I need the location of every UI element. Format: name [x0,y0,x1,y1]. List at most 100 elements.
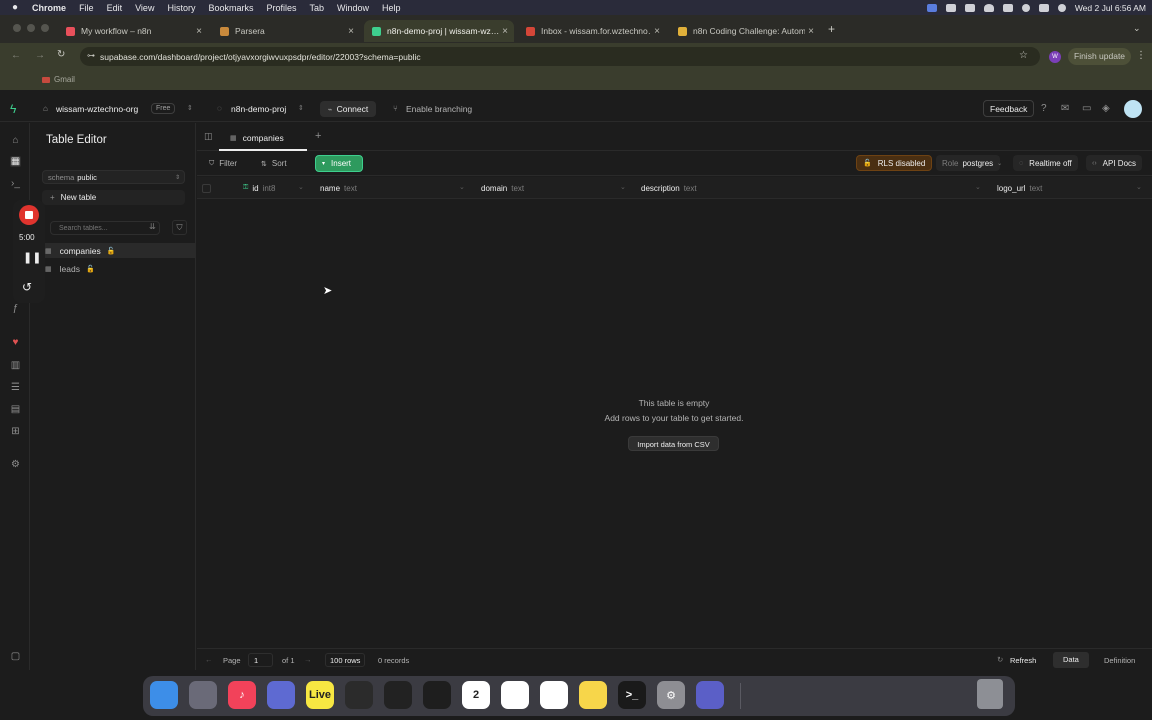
dock-app-chrome-icon[interactable] [501,681,529,709]
menu-app-name[interactable]: Chrome [32,3,66,13]
home-icon[interactable]: ⌂ [10,135,21,146]
tab-close-icon[interactable]: × [502,26,508,37]
dock-app-finder-icon[interactable] [150,681,178,709]
column-menu-icon[interactable]: ⌄ [459,183,465,191]
rows-per-page-selector[interactable]: 100 rows [325,653,366,667]
bookmark-star-icon[interactable]: ☆ [1019,50,1028,61]
reload-icon[interactable]: ↻ [57,49,65,60]
recent-items-stack[interactable] [740,683,970,709]
menu-bookmarks[interactable]: Bookmarks [208,3,253,13]
new-tab-icon[interactable]: + [828,22,835,36]
status-icon[interactable] [945,3,956,12]
rls-disabled-button[interactable]: 🔓 RLS disabled [856,155,933,171]
org-selector[interactable]: wissam-wztechno-org [56,104,138,114]
project-switch-icon[interactable]: ⇕ [298,104,304,112]
window-zoom-icon[interactable] [41,24,49,32]
enable-branching-button[interactable]: Enable branching [406,104,472,114]
user-avatar[interactable] [1124,100,1142,118]
sql-editor-icon[interactable]: ›_ [10,178,21,189]
browser-tab[interactable]: Inbox - wissam.for.wztechno… × [518,20,666,42]
profile-avatar[interactable]: W [1049,51,1061,63]
screen-share-icon[interactable] [926,3,937,12]
toggle-sidebar-icon[interactable]: ◫ [204,131,213,142]
dock-app-calendar-icon[interactable]: 2 [462,681,490,709]
sort-tables-icon[interactable]: ⇊ [149,222,156,231]
back-icon[interactable]: ← [11,50,21,61]
refresh-button[interactable]: Refresh [1010,656,1036,665]
menu-tab[interactable]: Tab [310,3,325,13]
menu-profiles[interactable]: Profiles [266,3,296,13]
logs-icon[interactable]: ☰ [10,382,21,393]
dock-app-music-icon[interactable]: ♪ [228,681,256,709]
column-header-name[interactable]: name text [320,182,357,194]
tab-close-icon[interactable]: × [808,26,814,37]
menu-edit[interactable]: Edit [107,3,123,13]
browser-tab[interactable]: Parsera × [212,20,360,42]
menu-history[interactable]: History [167,3,195,13]
forward-icon[interactable]: → [35,50,45,61]
column-header-domain[interactable]: domain text [481,182,524,194]
dock-app-arc-icon[interactable] [267,681,295,709]
menu-help[interactable]: Help [382,3,401,13]
api-docs-icon[interactable]: ▤ [10,404,21,415]
column-menu-icon[interactable]: ⌄ [620,183,626,191]
inbox-icon[interactable]: ✉ [1061,103,1069,114]
column-menu-icon[interactable]: ⌄ [975,183,981,191]
next-page-icon[interactable]: → [304,655,312,664]
site-info-icon[interactable]: ⊶ [87,51,95,60]
sort-button[interactable]: ⇅ Sort [255,156,293,171]
dock-app-terminal-icon[interactable]: >_ [618,681,646,709]
column-menu-icon[interactable]: ⌄ [1136,183,1142,191]
tab-search-icon[interactable]: ⌄ [1133,23,1141,34]
dock-app-teams-icon[interactable] [696,681,724,709]
new-tab-plus-icon[interactable]: + [315,130,321,142]
help-icon[interactable]: ? [1041,103,1047,114]
stop-record-button[interactable] [19,205,39,225]
browser-tab-active[interactable]: n8n-demo-proj | wissam-wz… × [364,20,514,42]
role-selector[interactable]: Role postgres ⌄ [936,155,1002,171]
terminal-icon[interactable]: ▭ [1082,103,1091,114]
browser-tab[interactable]: My workflow – n8n × [58,20,208,42]
advisors-icon[interactable]: ♥ [10,337,21,348]
filter-button[interactable]: ⛉ Filter [203,156,243,171]
api-docs-button[interactable]: ‹› API Docs [1086,155,1143,171]
tab-close-icon[interactable]: × [196,26,202,37]
tab-close-icon[interactable]: × [348,26,354,37]
definition-view-tab[interactable]: Definition [1104,656,1135,665]
dock-app-notes-icon[interactable] [579,681,607,709]
org-switch-icon[interactable]: ⇕ [187,104,193,112]
wifi-icon[interactable] [983,3,994,12]
menu-view[interactable]: View [135,3,154,13]
finish-update-button[interactable]: Finish update [1068,48,1132,65]
table-tab[interactable]: ▦ companies [219,126,307,151]
menu-window[interactable]: Window [337,3,369,13]
browser-menu-icon[interactable]: ⋮ [1136,50,1146,61]
settings-icon[interactable]: ⚙ [10,459,21,470]
address-bar[interactable]: ⊶ supabase.com/dashboard/project/otjyavx… [80,47,1040,66]
dock-app-cursor-icon[interactable] [423,681,451,709]
window-minimize-icon[interactable] [27,24,35,32]
dock-app-piano-icon[interactable] [345,681,373,709]
dock-app-launchpad-icon[interactable] [189,681,217,709]
dock-app-live-icon[interactable]: Live [306,681,334,709]
project-selector[interactable]: n8n-demo-proj [231,104,286,114]
siri-icon[interactable] [1057,3,1066,12]
restart-icon[interactable]: ↺ [22,280,32,294]
supabase-logo-icon[interactable]: ϟ [10,102,16,116]
reports-icon[interactable]: ▥ [10,360,21,371]
page-number-input[interactable]: 1 [248,653,273,667]
select-all-checkbox[interactable] [202,184,211,193]
search-tables-input[interactable] [50,221,160,235]
functions-icon[interactable]: ƒ [10,303,21,314]
collapse-rail-icon[interactable]: ▢ [10,651,21,662]
table-list-item[interactable]: ▦ leads 🔓 [30,261,196,276]
pause-icon[interactable]: ❚❚ [23,251,41,264]
import-csv-button[interactable]: Import data from CSV [628,436,719,451]
column-header-id[interactable]: ⚿ id int8 [243,182,275,194]
apple-icon[interactable]: ● [12,2,18,13]
feedback-button[interactable]: Feedback [983,100,1035,117]
realtime-button[interactable]: ◌ Realtime off [1013,155,1078,171]
menu-file[interactable]: File [79,3,94,13]
browser-tab[interactable]: n8n Coding Challenge: Autom… × [670,20,820,42]
table-editor-icon[interactable]: ▦ [10,156,21,167]
